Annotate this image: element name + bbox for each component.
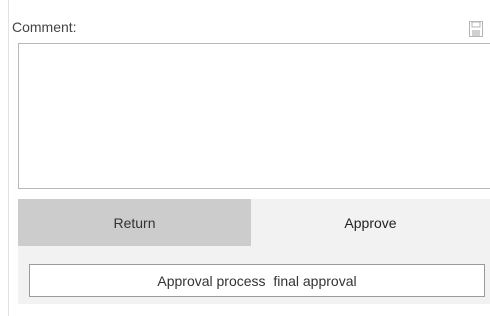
panel-divider xyxy=(8,0,9,316)
comment-box xyxy=(18,43,490,189)
comment-label: Comment: xyxy=(12,19,77,35)
approve-button[interactable]: Approve xyxy=(251,199,490,246)
action-bar: Return Approve Approval process final ap… xyxy=(18,199,490,304)
save-icon[interactable] xyxy=(469,21,483,37)
return-button[interactable]: Return xyxy=(18,199,251,246)
approval-process-button[interactable]: Approval process final approval xyxy=(29,264,485,297)
comment-input[interactable] xyxy=(19,44,490,188)
